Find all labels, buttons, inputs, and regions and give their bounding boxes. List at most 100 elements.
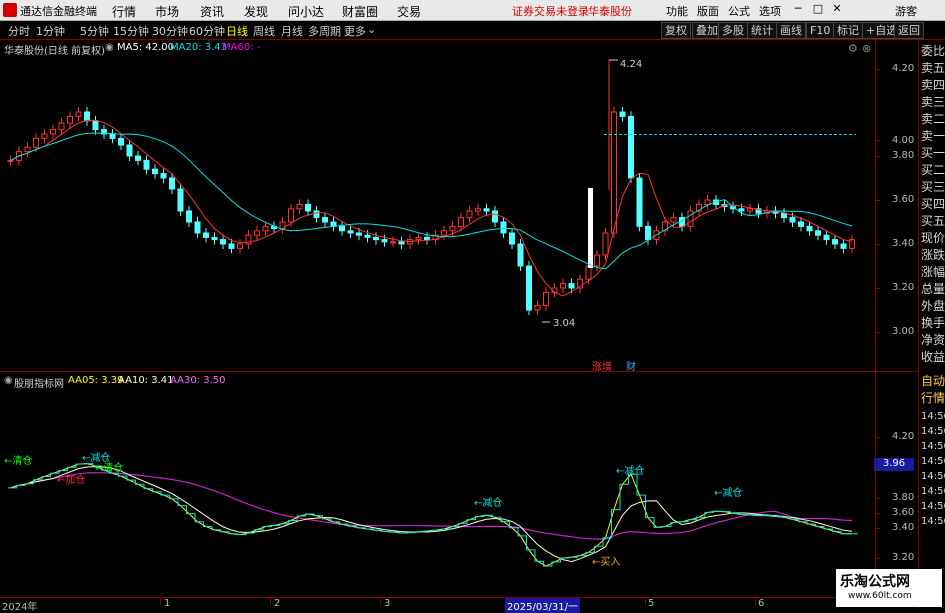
menu-shichang[interactable]: 市场 [155, 3, 179, 20]
signal-jiacang: ←加仓 [57, 475, 86, 486]
kline-chart-area[interactable] [0, 40, 918, 609]
candle-body [92, 120, 99, 131]
period-1min[interactable]: 1分钟 [36, 23, 65, 39]
aa10-legend: AA10: 3.41 [118, 375, 174, 386]
candle-body [160, 173, 167, 179]
close-pane-icon[interactable]: ⊗ [862, 42, 871, 55]
step-line-cyan [8, 463, 858, 567]
menu-faxian[interactable]: 发现 [244, 3, 268, 20]
login-warning[interactable]: 证券交易未登录 [512, 3, 589, 19]
menu-gongshi[interactable]: 公式 [728, 3, 750, 19]
candle-body [543, 291, 549, 307]
tool-f10[interactable]: F10 [806, 22, 835, 39]
watermark: 乐淘公式网 www.60lt.com [836, 569, 942, 607]
rc-sell4: 卖四 [921, 78, 945, 92]
period-monthly[interactable]: 月线 [281, 23, 303, 39]
y-tick-main: 4.00 [892, 135, 915, 146]
current-value-box: 3.96 [874, 458, 914, 471]
menu-jiaoyi[interactable]: 交易 [397, 3, 421, 20]
candle-body [398, 241, 405, 245]
rc-time: 14:56 [921, 516, 945, 527]
period-multi[interactable]: 多周期 [308, 23, 341, 39]
signal-qingcang: ←清仓 [95, 463, 124, 474]
minimize-icon[interactable]: ─ [791, 2, 805, 16]
event-marker-zhangzeng[interactable]: 涨增 [592, 358, 612, 373]
candle-body [823, 234, 830, 241]
high-price-label: 4.24 [620, 59, 643, 70]
rc-auto[interactable]: 自动 [921, 375, 945, 387]
user-label[interactable]: 游客 [895, 3, 917, 19]
rc-earning: 收益 [921, 350, 945, 364]
candle-body [687, 210, 694, 227]
period-15min[interactable]: 15分钟 [113, 23, 149, 39]
candle-body [645, 225, 651, 241]
period-fenshi[interactable]: 分时 [8, 23, 30, 39]
candle-body [75, 111, 82, 117]
rc-time: 14:56 [921, 486, 945, 497]
main-pane-title: 华泰股份(日线 前复权) [4, 46, 105, 57]
candle-body [594, 254, 600, 267]
menu-caifuquan[interactable]: 财富圈 [342, 3, 378, 20]
candle-body [832, 239, 838, 245]
rc-turnover: 换手 [921, 316, 945, 330]
rc-netasset: 净资 [921, 333, 945, 347]
menu-xuanxiang[interactable]: 选项 [759, 3, 781, 19]
rc-time: 14:56 [921, 411, 945, 422]
menu-wenxiaoda[interactable]: 问小达 [288, 3, 324, 20]
indicator-eye-icon[interactable]: ◉ [4, 375, 13, 386]
x-tick: 1 [164, 598, 171, 609]
tool-huaxian[interactable]: 画线 [776, 22, 806, 39]
candle-body [152, 168, 158, 175]
period-weekly[interactable]: 周线 [253, 23, 275, 39]
candle-body [840, 243, 847, 249]
tool-biaoji[interactable]: 标记 [833, 22, 863, 39]
rc-time: 14:56 [921, 426, 945, 437]
period-5min[interactable]: 5分钟 [80, 23, 109, 39]
menu-hangqing[interactable]: 行情 [112, 3, 136, 20]
quote-side-panel: 委比 卖五 卖四 卖三 卖二 卖一 买一 买二 买三 买四 买五 现价 涨跌 涨… [918, 41, 945, 609]
rc-pct: 涨幅 [921, 265, 945, 279]
event-marker-cai[interactable]: 财 [626, 358, 636, 373]
settings-gear-icon[interactable]: ⚙ [848, 42, 858, 55]
candle-body [475, 208, 481, 212]
aa30-legend: AA30: 3.50 [170, 375, 226, 386]
eye-icon[interactable]: ◉ [105, 42, 114, 53]
candle-body [815, 230, 821, 236]
candle-body [211, 236, 218, 241]
tool-duogu[interactable]: 多股 [718, 22, 748, 39]
signal-jiancang: ←减仓 [616, 466, 645, 477]
y-tick-main: 3.40 [892, 238, 915, 249]
tool-fuquan[interactable]: 复权 [661, 22, 691, 39]
candle-body [534, 305, 541, 311]
chevron-down-icon[interactable]: ⌄ [367, 23, 376, 36]
candle-body [24, 146, 31, 153]
candle-body [135, 155, 141, 161]
watermark-title: 乐淘公式网 [840, 574, 910, 590]
period-60min[interactable]: 60分钟 [189, 23, 225, 39]
period-daily[interactable]: 日线 [226, 23, 248, 39]
rc-hangqing[interactable]: 行情 [921, 392, 945, 404]
period-more[interactable]: 更多 [344, 23, 366, 39]
rc-buy5: 买五 [921, 214, 945, 228]
x-tick: 6 [758, 598, 765, 609]
tool-tongji[interactable]: 统计 [747, 22, 777, 39]
rc-buy1: 买一 [921, 146, 945, 160]
candle-body [602, 232, 609, 256]
candle-body [364, 234, 371, 238]
rc-price: 现价 [921, 231, 945, 245]
maximize-icon[interactable]: □ [811, 2, 825, 16]
candle-body [288, 208, 294, 223]
y-tick-sub: 3.80 [892, 492, 915, 503]
rc-sell1: 卖一 [921, 129, 945, 143]
candle-body [237, 243, 243, 249]
close-icon[interactable]: ✕ [830, 2, 844, 16]
candle-body [220, 239, 226, 245]
candle-body [7, 159, 14, 162]
tool-fanhui[interactable]: 返回 [894, 22, 924, 39]
period-30min[interactable]: 30分钟 [152, 23, 188, 39]
candle-body [441, 230, 447, 236]
menu-zixun[interactable]: 资讯 [200, 3, 224, 20]
candle-body [169, 177, 175, 190]
menu-banmian[interactable]: 版面 [697, 3, 719, 19]
menu-gongneng[interactable]: 功能 [666, 3, 688, 19]
